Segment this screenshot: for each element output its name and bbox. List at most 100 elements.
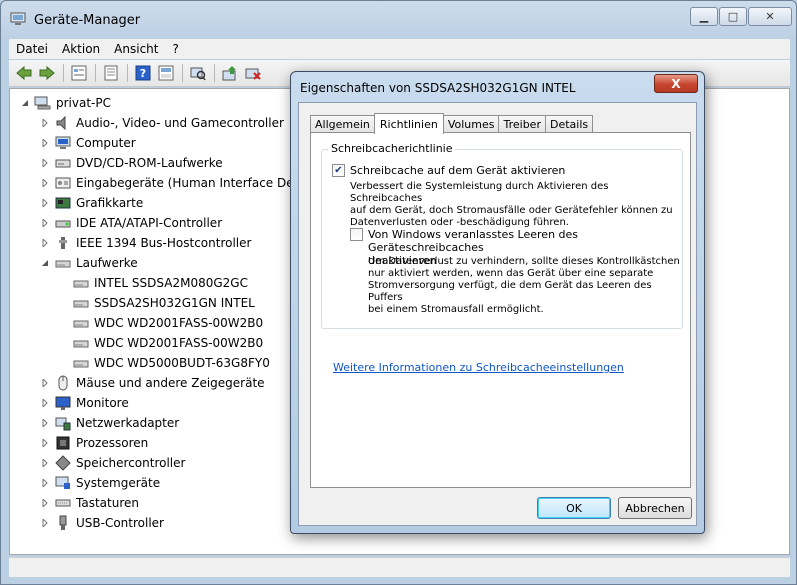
expand-arrow-icon[interactable]: [40, 518, 50, 528]
tree-category[interactable]: IDE ATA/ATAPI-Controller: [40, 213, 222, 233]
tree-root[interactable]: privat-PC: [20, 93, 111, 113]
dialog-body: Allgemein Richtlinien Volumes Treiber De…: [298, 102, 697, 526]
disk-drive-icon: [72, 275, 90, 291]
update-driver-button[interactable]: [219, 63, 241, 83]
tree-category-label: Eingabegeräte (Human Interface Devi: [76, 176, 305, 190]
expand-arrow-icon[interactable]: [40, 118, 50, 128]
tree-category[interactable]: Grafikkarte: [40, 193, 143, 213]
close-icon: ✕: [765, 10, 775, 23]
checkmark-icon: ✔: [334, 164, 343, 176]
menu-ansicht[interactable]: Ansicht: [107, 42, 165, 56]
tree-category[interactable]: DVD/CD-ROM-Laufwerke: [40, 153, 223, 173]
disk-drive-icon: [72, 355, 90, 371]
enable-write-cache-checkbox[interactable]: ✔: [332, 164, 345, 177]
tree-category[interactable]: Speichercontroller: [40, 453, 185, 473]
dialog-close-button[interactable]: X: [654, 74, 698, 93]
expand-arrow-icon[interactable]: [40, 398, 50, 408]
close-button[interactable]: ✕: [748, 7, 792, 26]
tree-category-label: Audio-, Video- und Gamecontroller: [76, 116, 284, 130]
dialog-title: Eigenschaften von SSDSA2SH032G1GN INTEL: [300, 81, 576, 95]
tree-category[interactable]: USB-Controller: [40, 513, 164, 533]
help-icon: ?: [135, 65, 151, 81]
tree-device[interactable]: WDC WD2001FASS-00W2B0: [72, 333, 263, 353]
tree-category[interactable]: Tastaturen: [40, 493, 139, 513]
monitor-icon: [54, 395, 72, 411]
processor-icon: [54, 435, 72, 451]
properties-view-button[interactable]: [68, 63, 90, 83]
expand-arrow-icon[interactable]: [40, 138, 50, 148]
tree-category[interactable]: Laufwerke: [40, 253, 138, 273]
expand-arrow-icon[interactable]: [40, 198, 50, 208]
tree-device[interactable]: WDC WD5000BUDT-63G8FY0: [72, 353, 270, 373]
write-cache-info-link[interactable]: Weitere Informationen zu Schreibcacheein…: [333, 361, 624, 374]
tree-category[interactable]: Eingabegeräte (Human Interface Devi: [40, 173, 304, 193]
show-hide-button[interactable]: [155, 63, 177, 83]
disable-cache-flush-description: Um Datenverlust zu verhindern, sollte di…: [368, 256, 680, 315]
cancel-button[interactable]: Abbrechen: [618, 497, 692, 519]
title-bar[interactable]: Geräte-Manager ▁ □ ✕: [1, 1, 796, 35]
expand-arrow-icon[interactable]: [40, 158, 50, 168]
tree-category-label: Grafikkarte: [76, 196, 144, 210]
expand-arrow-icon[interactable]: [40, 178, 50, 188]
ok-button[interactable]: OK: [537, 497, 611, 519]
uninstall-button[interactable]: [242, 63, 264, 83]
tree-category[interactable]: Prozessoren: [40, 433, 148, 453]
menu-datei[interactable]: Datei: [9, 42, 55, 56]
tree-device-label: WDC WD2001FASS-00W2B0: [94, 316, 264, 330]
toolbar-separator: [127, 64, 128, 82]
tree-device[interactable]: WDC WD2001FASS-00W2B0: [72, 313, 263, 333]
expand-arrow-icon[interactable]: [40, 418, 50, 428]
tree-device[interactable]: SSDSA2SH032G1GN INTEL: [72, 293, 255, 313]
tree-category[interactable]: Systemgeräte: [40, 473, 160, 493]
help-button[interactable]: ?: [132, 63, 154, 83]
expand-arrow-icon[interactable]: [40, 498, 50, 508]
disk-drive-icon: [72, 335, 90, 351]
tab-richtlinien[interactable]: Richtlinien: [373, 113, 444, 134]
tree-category-label: Laufwerke: [76, 256, 138, 270]
tree-category-label: Systemgeräte: [76, 476, 161, 490]
disk-drive-icon: [54, 255, 72, 271]
toolbar-separator: [95, 64, 96, 82]
tree-category-label: IDE ATA/ATAPI-Controller: [76, 216, 223, 230]
enable-write-cache-option[interactable]: ✔ Schreibcache auf dem Gerät aktivieren: [332, 164, 565, 177]
tab-treiber[interactable]: Treiber: [498, 115, 546, 133]
disable-cache-flush-checkbox[interactable]: [350, 228, 363, 241]
tree-category[interactable]: Mäuse und andere Zeigegeräte: [40, 373, 265, 393]
collapse-arrow-icon[interactable]: [40, 258, 50, 268]
scan-hardware-button[interactable]: [187, 63, 209, 83]
tree-category-label: IEEE 1394 Bus-Hostcontroller: [76, 236, 252, 250]
expand-arrow-icon[interactable]: [40, 238, 50, 248]
tab-volumes[interactable]: Volumes: [442, 115, 500, 133]
collapse-arrow-icon[interactable]: [20, 98, 30, 108]
status-bar: [9, 557, 790, 577]
tree-category[interactable]: Computer: [40, 133, 136, 153]
back-button[interactable]: [13, 63, 35, 83]
display-adapter-icon: [54, 195, 72, 211]
tree-category[interactable]: Audio-, Video- und Gamecontroller: [40, 113, 284, 133]
tree-category-label: DVD/CD-ROM-Laufwerke: [76, 156, 223, 170]
forward-button[interactable]: [36, 63, 58, 83]
tree-category[interactable]: IEEE 1394 Bus-Hostcontroller: [40, 233, 251, 253]
maximize-button[interactable]: □: [719, 7, 747, 26]
storage-controller-icon: [54, 455, 72, 471]
group-label: Schreibcacherichtlinie: [328, 142, 456, 155]
tree-device-label: WDC WD5000BUDT-63G8FY0: [94, 356, 270, 370]
expand-arrow-icon[interactable]: [40, 458, 50, 468]
menu-aktion[interactable]: Aktion: [55, 42, 107, 56]
expand-arrow-icon[interactable]: [40, 438, 50, 448]
expand-arrow-icon[interactable]: [40, 478, 50, 488]
console-button[interactable]: [100, 63, 122, 83]
tab-details[interactable]: Details: [544, 115, 594, 133]
toolbar-separator: [182, 64, 183, 82]
tree-category[interactable]: Netzwerkadapter: [40, 413, 179, 433]
tab-allgemein[interactable]: Allgemein: [310, 115, 375, 133]
enable-write-cache-description: Verbessert die Systemleistung durch Akti…: [350, 181, 673, 228]
expand-arrow-icon[interactable]: [40, 218, 50, 228]
tree-category[interactable]: Monitore: [40, 393, 129, 413]
menu-help[interactable]: ?: [165, 42, 185, 56]
tree-category-label: USB-Controller: [76, 516, 164, 530]
tree-device[interactable]: INTEL SSDSA2M080G2GC: [72, 273, 248, 293]
expand-arrow-icon[interactable]: [40, 378, 50, 388]
minimize-button[interactable]: ▁: [690, 7, 718, 26]
hid-icon: [54, 175, 72, 191]
